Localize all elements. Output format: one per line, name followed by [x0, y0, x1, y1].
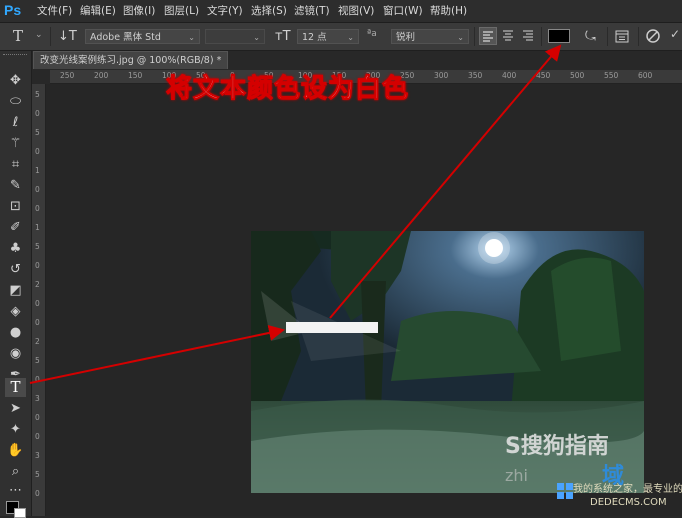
zhi-watermark: zhi: [505, 466, 528, 485]
site-watermark: 我的系统之家，最专业的系统家: [573, 484, 682, 495]
arrow-to-color-swatch: [329, 44, 562, 319]
dedecms-watermark: DEDECMS.COM: [590, 497, 667, 508]
sogou-watermark: S搜狗指南: [505, 434, 609, 459]
windows-logo-icon: [556, 482, 574, 500]
arrow-to-text-layer: [29, 325, 285, 384]
